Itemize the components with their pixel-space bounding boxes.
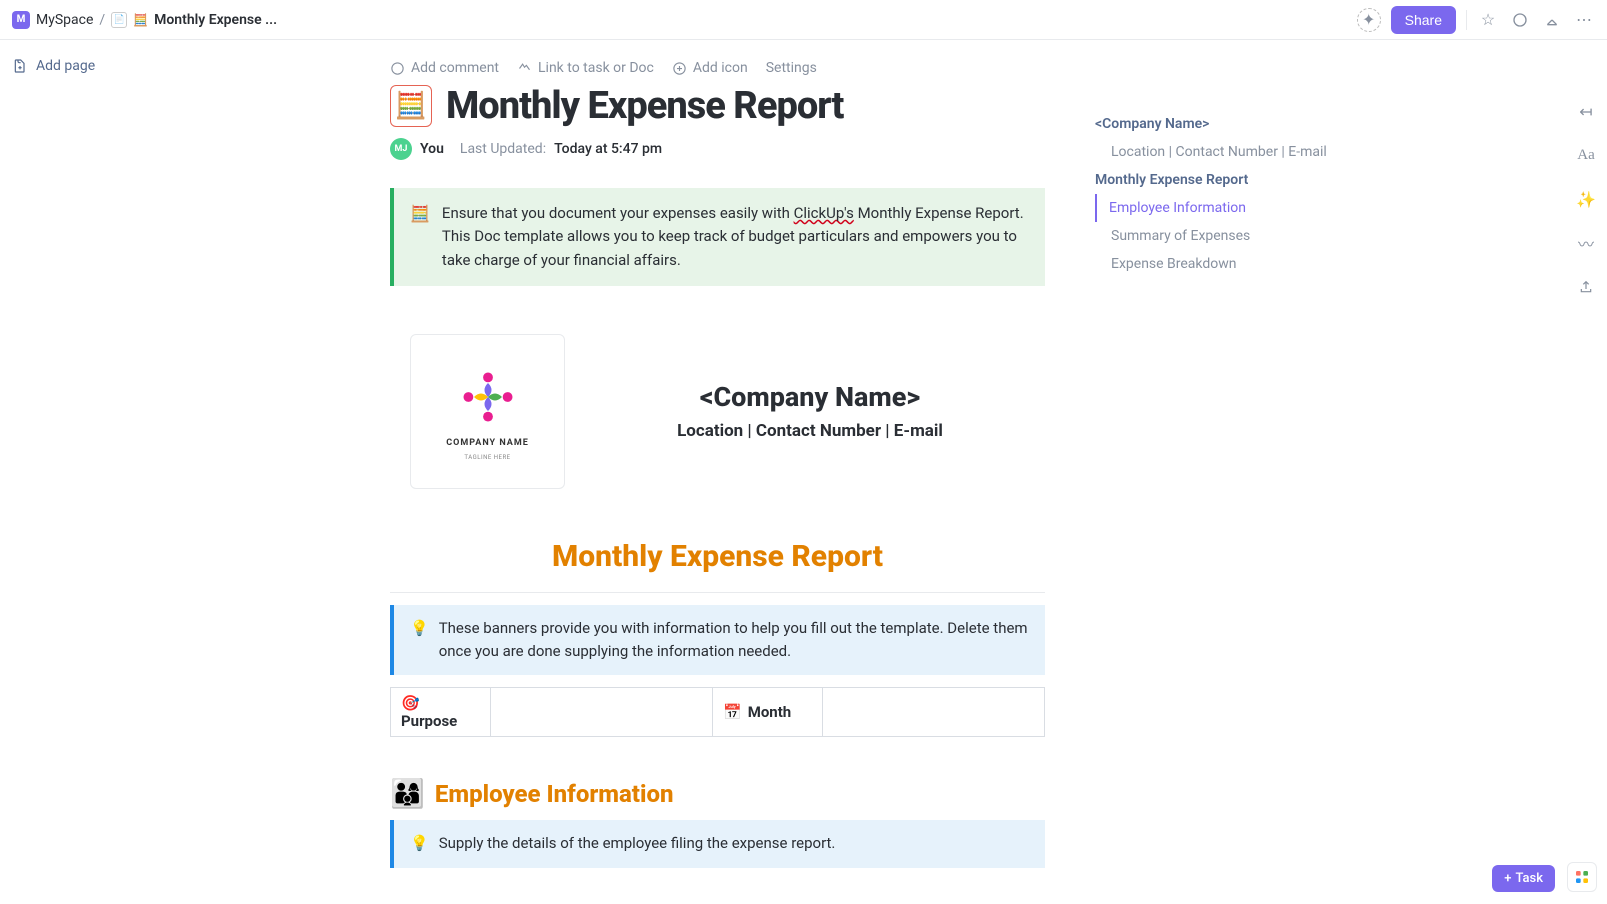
doc-title[interactable]: Monthly Expense Report — [446, 84, 843, 128]
author-row: MJ You Last Updated: Today at 5:47 pm — [390, 138, 1045, 160]
hr — [390, 592, 1045, 593]
intro-banner-text: Ensure that you document your expenses e… — [442, 202, 1029, 272]
outline-item[interactable]: Location | Contact Number | E-mail — [1095, 138, 1395, 166]
logo-svg-icon — [453, 362, 523, 432]
month-cell-value[interactable] — [823, 688, 1045, 737]
comments-icon[interactable] — [1509, 9, 1531, 31]
outline-item[interactable]: Summary of Expenses — [1095, 222, 1395, 250]
tip-banner[interactable]: 💡 These banners provide you with informa… — [390, 605, 1045, 676]
star-icon[interactable]: ☆ — [1477, 9, 1499, 31]
link-task-button[interactable]: Link to task or Doc — [517, 60, 654, 76]
author-name: You — [420, 141, 444, 157]
outline-item[interactable]: Employee Information — [1095, 194, 1395, 222]
doc-title-row: 🧮 Monthly Expense Report — [390, 84, 1045, 128]
table-row: 🎯Purpose 📅Month — [391, 688, 1045, 737]
calendar-icon: 📅 — [723, 703, 742, 721]
settings-button[interactable]: Settings — [766, 60, 817, 76]
outline-item[interactable]: Monthly Expense Report — [1095, 166, 1395, 194]
more-icon[interactable]: ⋯ — [1573, 9, 1595, 31]
magic-icon[interactable]: ✨ — [1575, 188, 1597, 210]
clickup-link[interactable]: ClickUp's — [794, 204, 854, 222]
section-employee-title: Employee Information — [435, 780, 674, 808]
purpose-cell-value[interactable] — [491, 688, 713, 737]
share-button[interactable]: Share — [1391, 6, 1456, 34]
add-page-button[interactable]: Add page — [12, 58, 180, 74]
export-icon[interactable] — [1575, 276, 1597, 298]
company-block: COMPANY NAME TAGLINE HERE <Company Name>… — [410, 334, 1025, 489]
topbar-right: ✦ Share ☆ ⋯ — [1357, 6, 1595, 34]
download-icon[interactable] — [1541, 9, 1563, 31]
abacus-icon: 🧮 — [410, 202, 430, 272]
ai-sparkle-icon[interactable]: ✦ — [1357, 8, 1381, 32]
company-subtitle: Location | Contact Number | E-mail — [595, 421, 1025, 441]
sidebar: Add page — [0, 40, 180, 74]
outline-item[interactable]: Expense Breakdown — [1095, 250, 1395, 278]
breadcrumb: M MySpace / 📄 🧮 Monthly Expense ... — [12, 11, 277, 29]
main-content: Add comment Link to task or Doc Add icon… — [390, 40, 1045, 880]
company-name: <Company Name> — [595, 381, 1025, 413]
employee-tip-banner[interactable]: 💡 Supply the details of the employee fil… — [390, 820, 1045, 867]
add-icon-button[interactable]: Add icon — [672, 60, 748, 76]
section-employee-info[interactable]: 👨‍👩‍👦 Employee Information — [390, 777, 1045, 810]
right-rail: ↤ Aa ✨ 〰 — [1575, 100, 1597, 298]
bulb-icon: 💡 — [410, 832, 429, 855]
doc-emoji-icon[interactable]: 🧮 — [390, 85, 432, 127]
section-title-report[interactable]: Monthly Expense Report — [390, 539, 1045, 574]
outline: <Company Name>Location | Contact Number … — [1095, 110, 1395, 278]
company-info[interactable]: <Company Name> Location | Contact Number… — [595, 381, 1025, 441]
breadcrumb-sep: / — [99, 12, 105, 28]
collapse-icon[interactable]: ↤ — [1575, 100, 1597, 122]
doc-icon: 📄 — [111, 12, 127, 28]
task-button[interactable]: +Task — [1492, 865, 1555, 892]
add-page-label: Add page — [36, 58, 95, 74]
company-logo[interactable]: COMPANY NAME TAGLINE HERE — [410, 334, 565, 489]
intro-banner[interactable]: 🧮 Ensure that you document your expenses… — [390, 188, 1045, 286]
add-icon-label: Add icon — [693, 60, 748, 76]
apps-button[interactable] — [1567, 862, 1597, 892]
logo-tagline: TAGLINE HERE — [464, 454, 510, 461]
workspace-name[interactable]: MySpace — [36, 12, 93, 28]
outline-item[interactable]: <Company Name> — [1095, 110, 1395, 138]
target-icon: 🎯 — [401, 694, 420, 712]
month-cell-label[interactable]: 📅Month — [713, 688, 823, 737]
people-icon: 👨‍👩‍👦 — [390, 777, 425, 810]
purpose-cell-label[interactable]: 🎯Purpose — [391, 688, 491, 737]
purpose-month-table[interactable]: 🎯Purpose 📅Month — [390, 687, 1045, 737]
link-task-label: Link to task or Doc — [538, 60, 654, 76]
tip-banner-text: These banners provide you with informati… — [439, 617, 1029, 664]
logo-text: COMPANY NAME — [446, 438, 529, 448]
divider — [1466, 10, 1467, 30]
typography-icon[interactable]: Aa — [1575, 144, 1597, 166]
topbar: M MySpace / 📄 🧮 Monthly Expense ... ✦ Sh… — [0, 0, 1607, 40]
workspace-icon[interactable]: M — [12, 11, 30, 29]
add-comment-label: Add comment — [411, 60, 499, 76]
doc-actions: Add comment Link to task or Doc Add icon… — [390, 60, 1045, 76]
avatar[interactable]: MJ — [390, 138, 412, 160]
updated-time: Today at 5:47 pm — [554, 141, 662, 157]
employee-tip-text: Supply the details of the employee filin… — [439, 832, 836, 855]
add-comment-button[interactable]: Add comment — [390, 60, 499, 76]
updated-label: Last Updated: — [460, 141, 546, 157]
doc-mini-icon: 🧮 — [133, 13, 148, 27]
bulb-icon: 💡 — [410, 617, 429, 664]
wand-icon[interactable]: 〰 — [1575, 232, 1597, 254]
breadcrumb-title[interactable]: Monthly Expense ... — [154, 12, 277, 28]
